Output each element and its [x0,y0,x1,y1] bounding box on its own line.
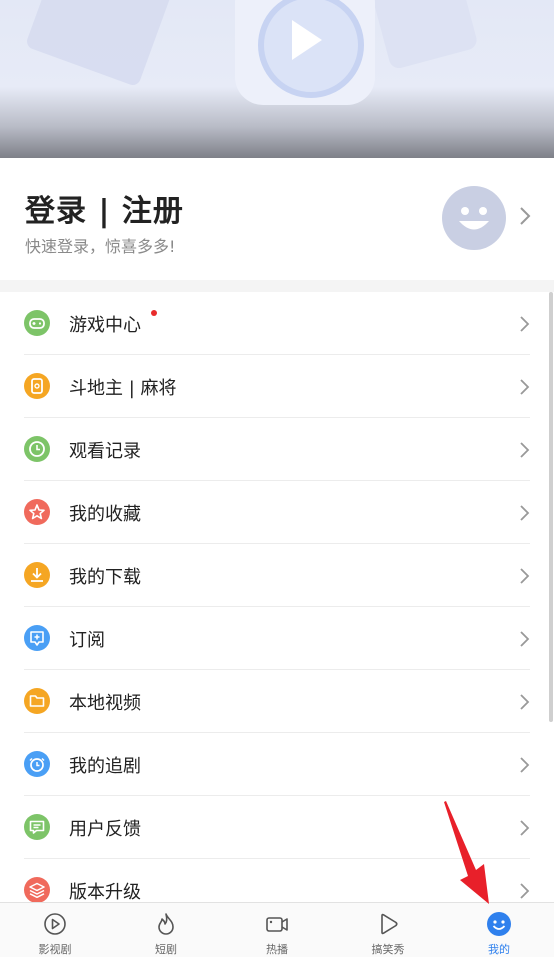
play-circle-icon [44,913,66,935]
menu-item-following-series[interactable]: 我的追剧 [0,733,554,796]
menu-item-label: 我的追剧 [69,756,141,777]
tab-funny-show[interactable]: 搞笑秀 [333,903,443,957]
banner-decor-shape [371,0,479,71]
avatar[interactable] [442,186,506,250]
cards-icon [24,373,50,399]
menu-item-watch-history[interactable]: 观看记录 [0,418,554,481]
new-badge-dot [151,310,157,316]
login-subtitle: 快速登录，惊喜多多! [25,237,176,256]
menu-item-label: 斗地主 | 麻将 [69,378,177,399]
chevron-right-icon [520,442,530,458]
menu-item-game-center[interactable]: 游戏中心 [0,292,554,355]
layers-icon [24,877,50,902]
annotation-arrow-icon [444,801,489,904]
tab-movies-series[interactable]: 影视剧 [0,903,110,957]
menu-item-favorites[interactable]: 我的收藏 [0,481,554,544]
download-icon [24,562,50,588]
chevron-right-icon [520,505,530,521]
menu-item-local-videos[interactable]: 本地视频 [0,670,554,733]
menu-item-downloads[interactable]: 我的下载 [0,544,554,607]
banner-play-icon [292,20,322,60]
clock-icon [24,436,50,462]
smiley-icon [487,912,511,936]
smiley-avatar-icon [459,207,489,230]
chevron-right-icon [520,757,530,773]
menu-item-label: 订阅 [69,630,105,651]
section-divider [0,280,554,292]
tab-short-drama[interactable]: 短剧 [111,903,221,957]
gamepad-icon [24,310,50,336]
tab-label: 影视剧 [38,943,72,956]
chevron-right-icon [520,379,530,395]
tab-label: 热播 [266,943,288,956]
chevron-right-icon [520,316,530,332]
subscribe-icon [24,625,50,651]
bottom-tab-bar: 影视剧 短剧 热播 搞笑秀 我的 [0,902,554,957]
chevron-right-icon[interactable] [518,206,532,226]
chevron-right-icon [520,631,530,647]
menu-item-label: 游戏中心 [69,315,141,336]
flame-icon [158,913,174,935]
login-register-title[interactable]: 登录 | 注册 [25,186,184,230]
tab-label: 短剧 [155,943,177,956]
chevron-right-icon [520,694,530,710]
menu-item-label: 我的下载 [69,567,141,588]
menu-item-label: 观看记录 [69,441,141,462]
menu-item-label: 用户反馈 [69,819,141,840]
tab-trending[interactable]: 热播 [222,903,332,957]
banner-decor-shape [24,0,176,88]
chevron-right-icon [520,568,530,584]
header-banner [0,0,554,158]
tab-label: 搞笑秀 [371,943,405,956]
scrollbar[interactable] [549,292,553,722]
menu-item-label: 我的收藏 [69,504,141,525]
menu-item-doudizhu[interactable]: 斗地主 | 麻将 [0,355,554,418]
play-outline-icon [381,913,398,935]
video-camera-icon [266,917,288,932]
tab-label: 我的 [488,943,510,956]
chevron-right-icon [520,883,530,899]
login-card[interactable]: 登录 | 注册 快速登录，惊喜多多! [0,158,554,280]
star-icon [24,499,50,525]
alarm-icon [24,751,50,777]
feedback-icon [24,814,50,840]
folder-icon [24,688,50,714]
tab-mine[interactable]: 我的 [444,903,554,957]
menu-item-label: 本地视频 [69,693,141,714]
menu-item-subscriptions[interactable]: 订阅 [0,607,554,670]
chevron-right-icon [520,820,530,836]
menu-item-label: 版本升级 [69,882,141,902]
